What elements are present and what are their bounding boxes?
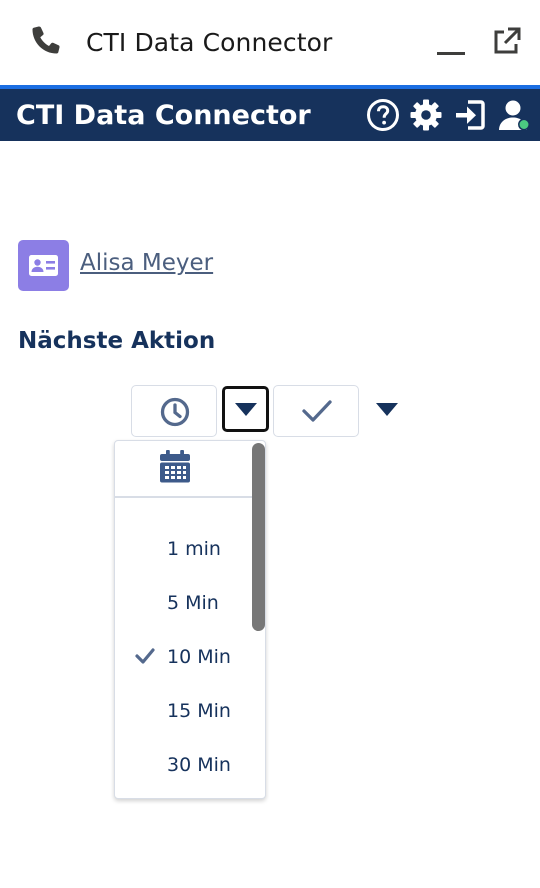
check-icon [135,648,155,664]
menu-item-10-min[interactable]: 10 Min [115,632,255,682]
utility-bar: CTI Data Connector [0,0,540,85]
menu-item-5-min[interactable]: 5 Min [115,578,255,628]
menu-item-label: 10 Min [167,646,231,668]
check-icon [302,400,332,422]
contact-avatar [18,240,69,291]
calendar-option[interactable] [115,441,265,498]
contact-name-link[interactable]: Alisa Meyer [80,250,213,276]
menu-item-label: 30 Min [167,754,231,776]
menu-item-label: 1 min [167,538,221,560]
chevron-down-icon [376,403,398,416]
contact-card-icon [29,255,58,276]
menu-item-label: 5 Min [167,592,219,614]
menu-scrollbar[interactable] [252,443,265,631]
app-header: CTI Data Connector [0,85,540,141]
phone-icon [32,26,60,54]
menu-item-30-min[interactable]: 30 Min [115,740,255,790]
menu-item-1-min[interactable]: 1 min [115,524,255,574]
reminder-dropdown-toggle[interactable] [222,386,269,432]
menu-item-15-min[interactable]: 15 Min [115,686,255,736]
app-title: CTI Data Connector [16,100,311,131]
clock-icon [160,397,190,427]
next-action-heading: Nächste Aktion [18,328,216,354]
minimize-icon[interactable] [436,30,466,60]
menu-item-label: 15 Min [167,700,231,722]
settings-icon[interactable] [409,98,443,132]
help-icon[interactable] [366,98,400,132]
reminder-dropdown-menu: 1 min 5 Min 10 Min 15 Min 30 Min [114,440,266,799]
chevron-down-icon [235,403,257,416]
complete-button[interactable] [273,385,359,437]
user-status-icon[interactable] [497,98,533,132]
utility-bar-title: CTI Data Connector [86,28,333,57]
complete-dropdown-toggle[interactable] [370,396,404,422]
calendar-icon [160,450,190,483]
login-icon[interactable] [453,98,487,132]
reminder-button[interactable] [131,385,217,437]
popout-icon[interactable] [490,26,522,58]
